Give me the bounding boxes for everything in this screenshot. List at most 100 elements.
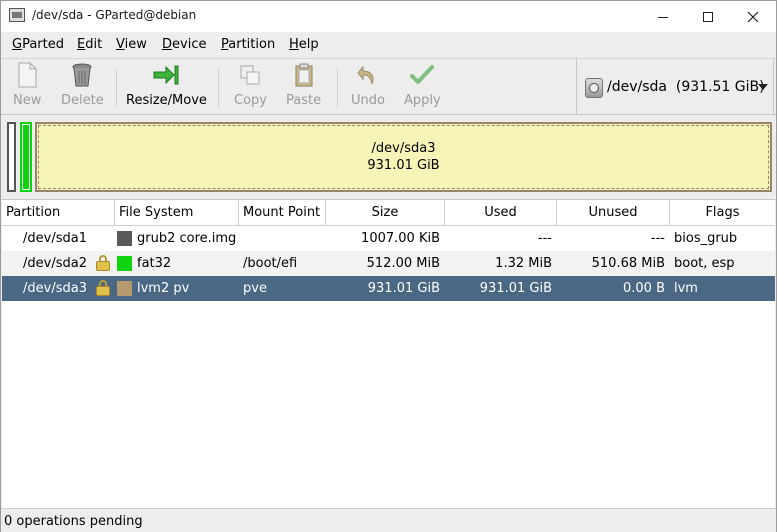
paste-button[interactable]: Paste <box>286 61 321 113</box>
toolbar: New Delete Resize/Move Copy Paste Undo A… <box>1 58 776 115</box>
used-cell: 931.01 GiB <box>479 281 552 296</box>
minimize-button[interactable] <box>640 1 686 32</box>
minimize-icon <box>658 16 668 18</box>
menu-device-accel: D <box>162 37 173 52</box>
gparted-app-icon <box>9 8 25 22</box>
close-icon <box>747 11 759 22</box>
menu-view-accel: V <box>116 37 125 52</box>
table-row[interactable]: /dev/sda1 grub2 core.img 1007.00 KiB ---… <box>2 226 775 251</box>
filesystem-cell: grub2 core.img <box>137 231 237 246</box>
mount-point-cell: pve <box>243 281 267 296</box>
column-header-size[interactable]: Size <box>326 200 445 225</box>
status-text: 0 operations pending <box>4 514 143 529</box>
table-row[interactable]: /dev/sda2 fat32 /boot/efi 512.00 MiB 1.3… <box>2 251 775 276</box>
dropdown-arrow-icon <box>758 84 768 90</box>
menu-view-label: iew <box>124 37 147 52</box>
copy-button[interactable]: Copy <box>234 61 267 113</box>
size-cell: 512.00 MiB <box>366 256 440 271</box>
partition-cell: /dev/sda2 <box>23 256 87 271</box>
menu-gparted-accel: G <box>12 37 23 52</box>
filesystem-cell: lvm2 pv <box>137 281 190 296</box>
mount-point-cell: /boot/efi <box>243 256 298 271</box>
flags-cell: lvm <box>674 281 698 296</box>
menu-partition-label: artition <box>228 37 276 52</box>
table-row-selected[interactable]: /dev/sda3 lvm2 pv pve 931.01 GiB 931.01 … <box>2 276 775 301</box>
column-header-unused[interactable]: Unused <box>557 200 670 225</box>
menu-edit[interactable]: Edit <box>77 37 102 52</box>
table-header: Partition File System Mount Point Size U… <box>2 200 775 226</box>
new-document-icon <box>18 62 37 88</box>
menu-device-label: evice <box>172 37 207 52</box>
trash-icon <box>72 63 92 87</box>
used-cell: --- <box>537 231 552 246</box>
filesystem-color-swatch <box>117 231 132 246</box>
resize-move-button[interactable]: Resize/Move <box>126 61 207 113</box>
maximize-button[interactable] <box>685 1 731 32</box>
delete-button[interactable]: Delete <box>61 61 104 113</box>
partition-table: Partition File System Mount Point Size U… <box>2 199 775 509</box>
partition-cell: /dev/sda3 <box>23 281 87 296</box>
apply-button-label: Apply <box>404 93 441 108</box>
size-cell: 931.01 GiB <box>367 281 440 296</box>
menu-device[interactable]: Device <box>162 37 206 52</box>
lock-icon <box>96 280 110 296</box>
partition-block-name: /dev/sda3 <box>371 141 436 156</box>
partition-block-sda1[interactable] <box>7 122 16 192</box>
flags-cell: boot, esp <box>674 256 735 271</box>
apply-button[interactable]: Apply <box>404 61 441 113</box>
unused-cell: 0.00 B <box>623 281 665 296</box>
column-header-flags[interactable]: Flags <box>670 200 775 225</box>
undo-icon <box>357 65 374 85</box>
title-bar: /dev/sda - GParted@debian <box>1 1 776 32</box>
close-button[interactable] <box>730 1 776 32</box>
paste-button-label: Paste <box>286 93 322 108</box>
hard-disk-icon <box>585 78 603 98</box>
used-cell: 1.32 MiB <box>495 256 552 271</box>
filesystem-color-swatch <box>117 256 132 271</box>
toolbar-separator <box>116 69 117 107</box>
menu-partition[interactable]: Partition <box>221 37 275 52</box>
flags-cell: bios_grub <box>674 231 738 246</box>
gparted-window: /dev/sda - GParted@debian GParted Edit V… <box>0 0 777 532</box>
menu-edit-accel: E <box>77 37 86 52</box>
status-bar: 0 operations pending <box>1 508 776 532</box>
menu-help-accel: H <box>289 37 299 52</box>
filesystem-cell: fat32 <box>137 256 172 271</box>
menu-gparted-label: Parted <box>22 37 64 52</box>
maximize-icon <box>703 11 713 22</box>
column-header-partition[interactable]: Partition <box>2 200 115 225</box>
column-header-used[interactable]: Used <box>445 200 557 225</box>
device-selector[interactable]: /dev/sda (931.51 GiB) <box>576 59 774 114</box>
new-button-label: New <box>13 93 42 108</box>
toolbar-separator <box>218 69 219 107</box>
delete-button-label: Delete <box>61 93 104 108</box>
copy-icon <box>240 65 260 85</box>
menu-help-label: elp <box>298 37 319 52</box>
partition-block-sda2[interactable] <box>20 122 32 192</box>
menu-help[interactable]: Help <box>289 37 319 52</box>
menu-view[interactable]: View <box>116 37 147 52</box>
window-title: /dev/sda - GParted@debian <box>32 8 197 22</box>
new-button[interactable]: New <box>13 61 41 113</box>
partition-block-sda3[interactable]: /dev/sda3 931.01 GiB <box>35 122 772 192</box>
menu-bar: GParted Edit View Device Partition Help <box>1 32 776 58</box>
unused-cell: --- <box>650 231 665 246</box>
undo-button[interactable]: Undo <box>351 61 385 113</box>
partition-cell: /dev/sda1 <box>23 231 87 246</box>
device-size: (931.51 GiB) <box>675 79 765 95</box>
resize-arrow-icon <box>153 65 179 85</box>
filesystem-color-swatch <box>117 281 132 296</box>
menu-gparted[interactable]: GParted <box>12 37 64 52</box>
unused-cell: 510.68 MiB <box>591 256 665 271</box>
size-cell: 1007.00 KiB <box>361 231 440 246</box>
undo-button-label: Undo <box>351 93 385 108</box>
lock-icon <box>96 255 110 271</box>
menu-edit-label: dit <box>85 37 103 52</box>
column-header-mount-point[interactable]: Mount Point <box>239 200 326 225</box>
partition-block-size: 931.01 GiB <box>367 158 440 173</box>
paste-icon <box>295 63 313 87</box>
resize-move-label: Resize/Move <box>126 93 207 108</box>
disk-graphic: /dev/sda3 931.01 GiB <box>1 115 776 199</box>
checkmark-icon <box>410 65 435 84</box>
column-header-file-system[interactable]: File System <box>115 200 239 225</box>
